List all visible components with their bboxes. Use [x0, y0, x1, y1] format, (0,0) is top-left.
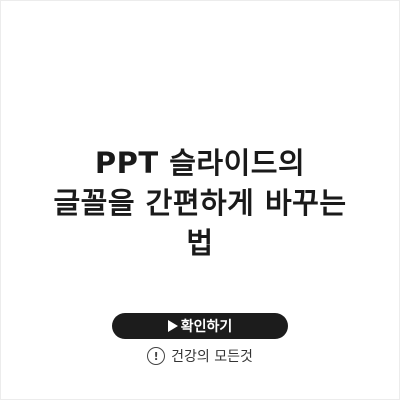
- title-line-2: 글꼴을 간편하게 바꾸는: [53, 186, 347, 220]
- title-line-1: PPT 슬라이드의: [94, 146, 306, 180]
- title-line-3: 법: [186, 226, 214, 260]
- exclamation-circle-icon: !: [147, 347, 166, 365]
- confirm-button[interactable]: 확인하기: [112, 313, 288, 339]
- page-title: PPT 슬라이드의 글꼴을 간편하게 바꾸는 법: [20, 143, 380, 263]
- site-brand: ! 건강의 모든것: [0, 343, 400, 369]
- confirm-button-label: 확인하기: [180, 319, 233, 335]
- site-brand-label: 건강의 모든것: [171, 349, 253, 365]
- play-icon: [167, 320, 178, 332]
